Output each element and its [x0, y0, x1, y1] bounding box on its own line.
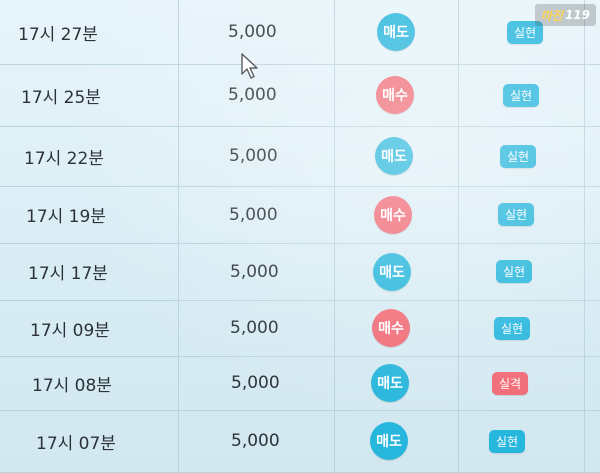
table-row[interactable]: 17시 09분 5,000 매수 실현	[0, 300, 600, 357]
sell-badge: 매도	[373, 252, 411, 291]
trade-time: 17시 19분	[26, 207, 106, 227]
trade-amount: 5,000	[229, 146, 278, 166]
watermark-number: 119	[564, 8, 590, 22]
watermark-logo: 마진 119	[534, 4, 596, 26]
trade-time: 17시 08분	[32, 375, 112, 396]
table-row[interactable]: 17시 22분 5,000 매도 실현	[0, 126, 600, 187]
result-status-badge: 실격	[492, 371, 529, 395]
table-row[interactable]: 17시 19분 5,000 매수 실현	[0, 186, 600, 244]
table-row[interactable]: 17시 08분 5,000 매도 실격	[0, 356, 600, 411]
trade-amount: 5,000	[231, 373, 280, 393]
trade-history-table: 17시 27분 5,000 매도 실현 17시 25분 5,000 매수 실현 17시 22분 5…	[0, 0, 600, 473]
result-status-badge: 실현	[503, 83, 540, 107]
trade-time: 17시 17분	[28, 264, 108, 284]
result-status-badge: 실현	[494, 316, 531, 340]
sell-badge: 매도	[371, 364, 409, 402]
trade-amount: 5,000	[230, 318, 279, 338]
table-row[interactable]: 17시 25분 5,000 매수 실현	[0, 64, 600, 127]
buy-badge: 매수	[376, 76, 414, 114]
table-row[interactable]: 17시 17분 5,000 매도 실현	[0, 243, 600, 301]
screen-background: 17시 27분 5,000 매도 실현 17시 25분 5,000 매수 실현 17시 22분 5…	[0, 0, 600, 473]
sell-badge: 매도	[377, 13, 415, 51]
watermark-brand: 마진	[540, 8, 563, 23]
table-row[interactable]: 17시 27분 5,000 매도 실현	[0, 0, 600, 65]
trade-time: 17시 25분	[21, 87, 101, 108]
result-status-badge: 실현	[500, 144, 537, 168]
trade-amount: 5,000	[231, 431, 280, 451]
mouse-pointer-icon	[241, 53, 258, 79]
buy-badge: 매수	[372, 309, 410, 347]
buy-badge: 매수	[374, 195, 412, 234]
table-row[interactable]: 17시 07분 5,000 매도 실현	[0, 410, 600, 473]
trade-amount: 5,000	[230, 261, 279, 282]
trade-time: 17시 09분	[30, 320, 110, 341]
sell-badge: 매도	[370, 422, 408, 460]
result-status-badge: 실현	[496, 260, 533, 283]
trade-time: 17시 22분	[24, 148, 104, 169]
trade-amount: 5,000	[229, 204, 278, 225]
trade-time: 17시 07분	[36, 433, 116, 454]
trade-time: 17시 27분	[18, 24, 98, 45]
result-status-badge: 실현	[498, 203, 535, 226]
sell-badge: 매도	[375, 137, 413, 175]
result-status-badge: 실현	[489, 429, 526, 453]
